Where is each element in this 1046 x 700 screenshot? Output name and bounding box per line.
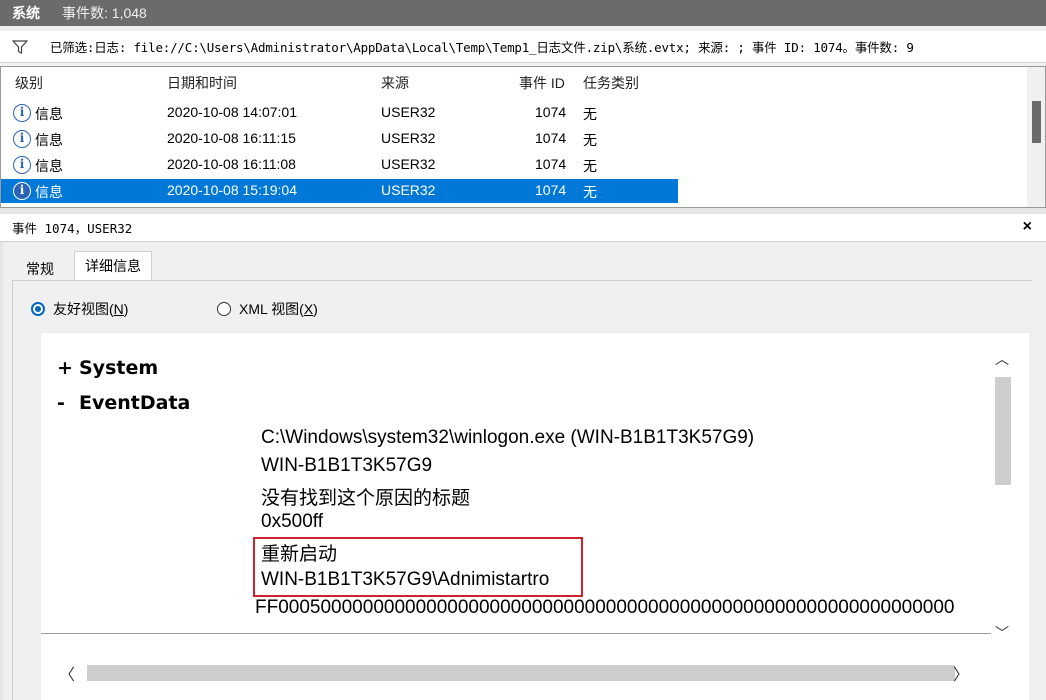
info-icon: i [13, 130, 31, 148]
separator-line [41, 633, 991, 634]
filter-bar: 已筛选:日志: file://C:\Users\Administrator\Ap… [0, 31, 1046, 63]
log-name: 系统 [12, 5, 40, 21]
tree-node-system[interactable]: + System [57, 357, 158, 379]
row-category: 无 [583, 106, 597, 122]
row-source: USER32 [381, 104, 436, 120]
close-icon[interactable]: × [1023, 218, 1032, 236]
event-viewer-content: + System - EventData C:\Windows\system32\w… [41, 333, 1029, 700]
row-datetime: 2020-10-08 14:07:01 [167, 104, 297, 120]
xml-view-option[interactable]: XML 视图(X) [217, 299, 318, 319]
viewer-vertical-scroll-thumb[interactable] [995, 377, 1011, 485]
viewer-vertical-scrollbar[interactable]: ︿ ﹀ [991, 333, 1017, 649]
filter-description: 已筛选:日志: file://C:\Users\Administrator\Ap… [50, 40, 914, 55]
info-icon: i [13, 156, 31, 174]
log-title-bar: 系统 事件数: 1,048 [0, 0, 1046, 26]
scroll-down-icon[interactable]: ﹀ [995, 623, 1009, 643]
row-category: 无 [583, 158, 597, 174]
collapse-icon[interactable]: - [57, 392, 79, 414]
row-level: 信息 [35, 184, 63, 200]
column-event-id[interactable]: 事件 ID [519, 73, 565, 93]
expand-icon[interactable]: + [57, 357, 79, 379]
event-row[interactable]: i 信息 2020-10-08 14:07:01 USER32 1074 无 [1, 101, 678, 125]
info-icon: i [13, 104, 31, 122]
scroll-left-icon[interactable]: 〈 [59, 661, 75, 685]
row-datetime: 2020-10-08 16:11:08 [167, 156, 296, 172]
filter-funnel-icon [12, 39, 28, 54]
event-data-value: 0x500ff [261, 511, 323, 532]
event-row[interactable]: i 信息 2020-10-08 16:11:15 USER32 1074 无 [1, 127, 678, 151]
row-event-id: 1074 [535, 182, 567, 198]
viewer-horizontal-scrollbar[interactable]: 〈 〉 [41, 657, 991, 685]
column-source[interactable]: 来源 [381, 73, 409, 93]
row-level: 信息 [35, 106, 63, 122]
tree-node-eventdata[interactable]: - EventData [57, 392, 190, 414]
event-data-value: WIN-B1B1T3K57G9 [261, 455, 433, 476]
event-row-selected[interactable]: i 信息 2020-10-08 15:19:04 USER32 1074 无 [1, 179, 678, 203]
info-icon: i [13, 182, 31, 200]
event-data-value: 没有找到这个原因的标题 [261, 488, 471, 509]
row-level: 信息 [35, 158, 63, 174]
row-datetime: 2020-10-08 16:11:15 [167, 130, 296, 146]
row-datetime: 2020-10-08 15:19:04 [167, 182, 297, 198]
detail-tabs: 常规 详细信息 [0, 243, 1046, 281]
tab-details[interactable]: 详细信息 [74, 251, 152, 281]
event-detail-header: 事件 1074，USER32 × [0, 214, 1046, 242]
tree-node-system-label: System [79, 357, 159, 379]
friendly-view-radio[interactable] [31, 302, 45, 316]
scroll-right-icon[interactable]: 〉 [953, 661, 969, 685]
tree-node-eventdata-label: EventData [79, 392, 191, 414]
viewer-horizontal-scroll-thumb[interactable] [87, 665, 955, 681]
row-event-id: 1074 [535, 104, 567, 120]
xml-view-radio[interactable] [217, 302, 231, 316]
row-event-id: 1074 [535, 156, 567, 172]
scroll-up-icon[interactable]: ︿ [995, 349, 1009, 369]
friendly-view-label: 友好视图(N) [53, 301, 129, 317]
row-category: 无 [583, 184, 597, 200]
event-list-header: 级别 日期和时间 来源 事件 ID 任务类别 [1, 67, 1023, 95]
event-list: 级别 日期和时间 来源 事件 ID 任务类别 i 信息 2020-10-08 1… [0, 66, 1046, 208]
row-event-id: 1074 [535, 130, 567, 146]
event-list-scrollbar[interactable] [1027, 67, 1045, 207]
event-data-value: FF00050000000000000000000000000000000000… [255, 597, 955, 618]
column-level[interactable]: 级别 [15, 73, 43, 93]
column-task-category[interactable]: 任务类别 [583, 73, 639, 93]
left-border [0, 214, 3, 700]
details-panel: 友好视图(N) XML 视图(X) + System - EventData C:\… [12, 280, 1033, 700]
event-detail-title: 事件 1074，USER32 [12, 221, 133, 236]
highlight-box [253, 537, 583, 597]
event-row[interactable]: i 信息 2020-10-08 16:11:08 USER32 1074 无 [1, 153, 678, 177]
row-source: USER32 [381, 130, 436, 146]
xml-view-label: XML 视图(X) [239, 301, 318, 317]
event-data-value: C:\Windows\system32\winlogon.exe (WIN-B1… [261, 427, 755, 448]
tab-general[interactable]: 常规 [16, 255, 64, 281]
event-count: 事件数: 1,048 [62, 5, 147, 21]
row-source: USER32 [381, 182, 436, 198]
row-level: 信息 [35, 132, 63, 148]
column-datetime[interactable]: 日期和时间 [167, 73, 237, 93]
event-list-scroll-thumb[interactable] [1032, 101, 1041, 143]
row-source: USER32 [381, 156, 436, 172]
event-viewer-clip: + System - EventData C:\Windows\system32\w… [41, 333, 991, 700]
friendly-view-option[interactable]: 友好视图(N) [31, 299, 128, 319]
row-category: 无 [583, 132, 597, 148]
